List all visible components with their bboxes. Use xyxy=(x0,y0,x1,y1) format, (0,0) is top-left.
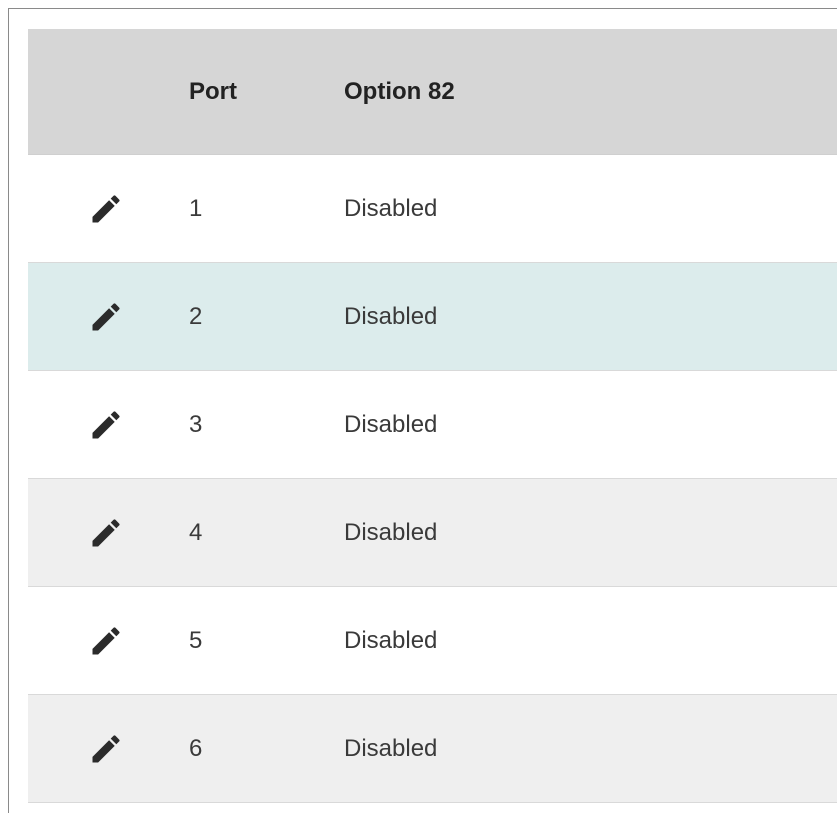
table-row[interactable]: 2 Disabled xyxy=(28,263,837,371)
port-cell: 4 xyxy=(189,518,203,546)
option82-table: Port Option 82 1 Disabled 2 Disabled 3 D… xyxy=(28,29,837,803)
port-cell: 6 xyxy=(189,734,203,762)
pencil-icon[interactable] xyxy=(84,727,128,771)
table-row[interactable]: 5 Disabled xyxy=(28,587,837,695)
pencil-icon[interactable] xyxy=(84,619,128,663)
pencil-icon[interactable] xyxy=(84,511,128,555)
port-cell: 3 xyxy=(189,410,203,438)
option82-cell: Disabled xyxy=(344,302,438,330)
table-row[interactable]: 3 Disabled xyxy=(28,371,837,479)
pencil-icon[interactable] xyxy=(84,295,128,339)
port-cell: 1 xyxy=(189,194,203,222)
header-option82[interactable]: Option 82 xyxy=(344,78,837,106)
table-row[interactable]: 1 Disabled xyxy=(28,155,837,263)
pencil-icon[interactable] xyxy=(84,403,128,447)
table-row[interactable]: 4 Disabled xyxy=(28,479,837,587)
option82-cell: Disabled xyxy=(344,734,438,762)
port-cell: 2 xyxy=(189,302,203,330)
option82-cell: Disabled xyxy=(344,194,438,222)
header-port[interactable]: Port xyxy=(189,78,344,106)
table-panel: Port Option 82 1 Disabled 2 Disabled 3 D… xyxy=(8,8,837,813)
option82-cell: Disabled xyxy=(344,410,438,438)
table-row[interactable]: 6 Disabled xyxy=(28,695,837,803)
option82-cell: Disabled xyxy=(344,518,438,546)
port-cell: 5 xyxy=(189,626,203,654)
pencil-icon[interactable] xyxy=(84,187,128,231)
table-header: Port Option 82 xyxy=(28,29,837,155)
option82-cell: Disabled xyxy=(344,626,438,654)
